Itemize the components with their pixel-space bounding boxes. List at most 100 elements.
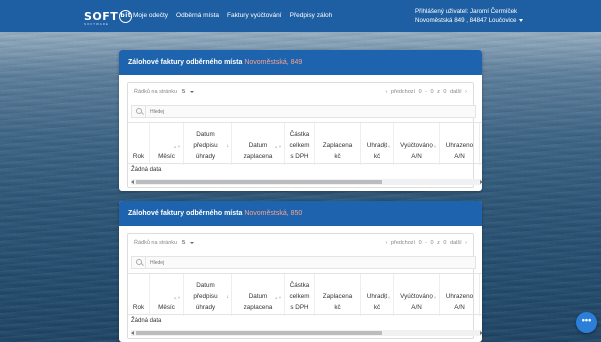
sort-icon[interactable]: ▲▼ <box>383 141 391 152</box>
column-label: Vyúčtováno A/N <box>400 142 433 160</box>
column-label: Uhrazeno A/N <box>445 142 474 160</box>
rows-per-page-label: Řádků na stránku <box>134 89 178 95</box>
panel-title-text: Zálohové faktury odběrného místa <box>128 59 243 66</box>
column-amount-vat[interactable]: Částka celkem s DPH <box>285 274 315 316</box>
column-label: Uhrazeno A/N <box>445 293 474 311</box>
panel-title: Zálohové faktury odběrného místa Novoměs… <box>119 50 482 75</box>
column-label: Datum předpisu úhrady <box>193 131 218 160</box>
column-label: Měsíc <box>158 304 175 311</box>
sort-down-icon[interactable]: ↓ <box>227 292 230 303</box>
sort-icon[interactable]: ▲▼ <box>173 292 181 303</box>
prev-page-button[interactable]: ‹ předchozí <box>386 240 416 246</box>
column-label: Zaplacena kč <box>322 293 353 311</box>
scrollbar-thumb[interactable] <box>136 331 382 335</box>
advance-invoices-panel-850: Zálohové faktury odběrného místa Novoměs… <box>119 201 482 342</box>
chevron-down-icon[interactable] <box>190 90 195 93</box>
column-paid-yn[interactable]: Uhrazeno A/N <box>440 274 480 316</box>
column-billed[interactable]: Vyúčtováno A/N ▲▼ <box>394 274 440 316</box>
column-amount-vat[interactable]: Částka celkem s DPH <box>285 123 315 165</box>
column-label: Částka celkem s DPH <box>289 131 310 160</box>
invoice-table: Řádků na stránku 5 ‹ předchozí 0 - 0 z 0 … <box>127 82 482 188</box>
scroll-left-icon[interactable] <box>131 331 134 335</box>
column-label: Rok <box>132 153 145 160</box>
sort-down-icon[interactable]: ↓ <box>227 141 230 152</box>
rows-per-page[interactable]: Řádků na stránku 5 <box>134 89 195 95</box>
empty-state: Žádná data <box>131 318 162 324</box>
logo-text: SOFT <box>84 9 119 23</box>
column-month[interactable]: Měsíc ▲▼ <box>150 123 184 165</box>
scroll-right-icon[interactable] <box>480 331 482 335</box>
logo-badge: bit <box>119 9 133 23</box>
column-billed[interactable]: Vyúčtováno A/N ▲▼ <box>394 123 440 165</box>
nav-link-consumption-points[interactable]: Odběrná místa <box>176 12 219 19</box>
nav-links: Moje odečty Odběrná místa Faktury vyúčto… <box>133 12 332 19</box>
caret-down-icon[interactable] <box>519 18 524 22</box>
search-box <box>131 105 476 118</box>
column-paid-date[interactable]: Datum zaplacena ▲▼ <box>232 123 285 165</box>
sort-icon[interactable]: ▲▼ <box>383 292 391 303</box>
chat-button[interactable]: ••• <box>576 312 597 333</box>
panel-address: Novoměstská, 849 <box>244 59 303 66</box>
panel-title-text: Zálohové faktury odběrného místa <box>128 210 243 217</box>
column-to-pay-czk[interactable]: Uhradit kč ▲▼ <box>361 274 394 316</box>
search-input[interactable] <box>146 108 446 115</box>
table-header: Rok Měsíc ▲▼ Datum předpisu úhrady ↓ Datum… <box>128 273 482 316</box>
column-label: Rok <box>132 304 145 311</box>
logo-subtitle: SOFTWARE <box>84 22 109 26</box>
column-year[interactable]: Rok <box>128 274 150 316</box>
scroll-right-icon[interactable] <box>480 180 482 184</box>
column-prescription-date[interactable]: Datum předpisu úhrady ↓ <box>184 274 232 316</box>
column-to-pay-czk[interactable]: Uhradit kč ▲▼ <box>361 123 394 165</box>
column-label: Měsíc <box>158 153 175 160</box>
pagination: ‹ předchozí 0 - 0 z 0 další › <box>386 240 467 246</box>
column-label: Datum zaplacena <box>243 142 273 160</box>
column-label: Datum zaplacena <box>243 293 273 311</box>
invoice-table: Řádků na stránku 5 ‹ předchozí 0 - 0 z 0 … <box>127 233 482 339</box>
column-label: Zaplacena kč <box>322 142 353 160</box>
column-year[interactable]: Rok <box>128 123 150 165</box>
panel-address: Novoměstská, 850 <box>244 210 303 217</box>
search-icon <box>132 256 146 269</box>
rows-per-page[interactable]: Řádků na stránku 5 <box>134 240 195 246</box>
top-navbar: SOFT bit SOFTWARE Moje odečty Odběrná mí… <box>0 0 601 32</box>
prev-page-button[interactable]: ‹ předchozí <box>386 89 416 95</box>
sort-icon[interactable]: ▲▼ <box>429 292 437 303</box>
column-prescription-date[interactable]: Datum předpisu úhrady ↓ <box>184 123 232 165</box>
column-month[interactable]: Měsíc ▲▼ <box>150 274 184 316</box>
horizontal-scrollbar[interactable] <box>131 179 482 185</box>
sort-icon[interactable]: ▲▼ <box>274 292 282 303</box>
column-paid-czk[interactable]: Zaplacena kč <box>315 274 361 316</box>
search-box <box>131 256 476 269</box>
sort-icon[interactable]: ▲▼ <box>429 141 437 152</box>
column-paid-date[interactable]: Datum zaplacena ▲▼ <box>232 274 285 316</box>
search-icon <box>132 105 146 118</box>
column-paid-czk[interactable]: Zaplacena kč <box>315 123 361 165</box>
column-label: Částka celkem s DPH <box>289 282 310 311</box>
rows-per-page-value[interactable]: 5 <box>182 240 185 246</box>
nav-link-advance-payments[interactable]: Předpisy záloh <box>290 12 333 19</box>
page-range: 0 - 0 z 0 <box>418 240 447 246</box>
column-paid-yn[interactable]: Uhrazeno A/N <box>440 123 480 165</box>
table-header: Rok Měsíc ▲▼ Datum předpisu úhrady ↓ Datum… <box>128 122 482 165</box>
next-page-button[interactable]: další › <box>450 89 467 95</box>
empty-state: Žádná data <box>131 167 162 173</box>
horizontal-scrollbar[interactable] <box>131 330 482 336</box>
search-input[interactable] <box>146 259 446 266</box>
chevron-down-icon[interactable] <box>190 241 195 244</box>
column-label: Vyúčtováno A/N <box>400 293 433 311</box>
sort-icon[interactable]: ▲▼ <box>274 141 282 152</box>
user-menu[interactable]: Přihlášený uživatel: Jaromí Čermíček Nov… <box>415 7 524 25</box>
nav-link-billing-invoices[interactable]: Faktury vyúčtování <box>227 12 282 19</box>
sort-icon[interactable]: ▲▼ <box>173 141 181 152</box>
nav-link-meter-readings[interactable]: Moje odečty <box>133 12 168 19</box>
logged-user: Přihlášený uživatel: Jaromí Čermíček <box>415 8 518 15</box>
rows-per-page-label: Řádků na stránku <box>134 240 178 246</box>
scrollbar-thumb[interactable] <box>136 180 382 184</box>
next-page-button[interactable]: další › <box>450 240 467 246</box>
rows-per-page-value[interactable]: 5 <box>182 89 185 95</box>
pagination: ‹ předchozí 0 - 0 z 0 další › <box>386 89 467 95</box>
scroll-left-icon[interactable] <box>131 180 134 184</box>
user-address: Novoměstská 849 , 84847 Loučovice <box>415 17 517 24</box>
advance-invoices-panel-849: Zálohové faktury odběrného místa Novoměs… <box>119 50 482 191</box>
page-range: 0 - 0 z 0 <box>418 89 447 95</box>
